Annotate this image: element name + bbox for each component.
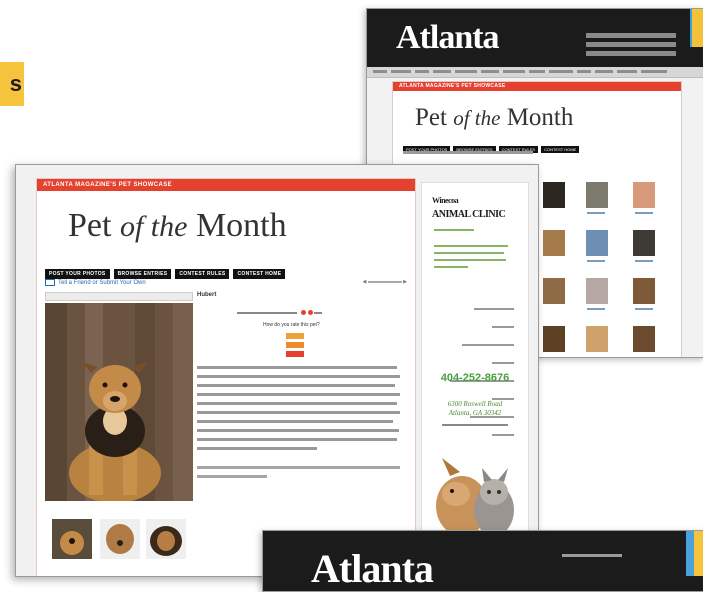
entry-caption[interactable] bbox=[587, 260, 605, 262]
pet-photo[interactable] bbox=[45, 303, 193, 501]
page-title: Pet of the Month bbox=[68, 207, 287, 244]
entry-thumbnail[interactable] bbox=[633, 230, 655, 256]
entries-grid bbox=[543, 182, 703, 357]
showcase-banner: ATLANTA MAGAZINE'S PET SHOWCASE bbox=[37, 179, 415, 191]
entry-thumbnail[interactable] bbox=[586, 230, 608, 256]
contest-home-button[interactable]: CONTEST HOME bbox=[541, 146, 580, 153]
entry-thumbnail[interactable] bbox=[633, 182, 655, 208]
entry-thumbnail[interactable] bbox=[586, 182, 608, 208]
showcase-buttons: POST YOUR PHOTOS BROWSE ENTRIES CONTEST RU… bbox=[45, 262, 289, 280]
entry-pager[interactable]: ◀ ▶ bbox=[363, 279, 408, 285]
entry-caption[interactable] bbox=[587, 308, 605, 310]
rating-question: How do you rate this pet? bbox=[263, 322, 320, 328]
entry-thumbnail[interactable] bbox=[543, 230, 565, 256]
photo-thumbnail[interactable] bbox=[146, 519, 186, 559]
entry-navigation-bar[interactable] bbox=[45, 292, 193, 301]
site-logo[interactable]: Atlanta bbox=[311, 545, 434, 591]
site-header: Atlanta bbox=[367, 9, 703, 67]
entry-thumbnail[interactable] bbox=[543, 326, 565, 352]
header-ad[interactable] bbox=[690, 9, 703, 47]
entry-caption[interactable] bbox=[635, 212, 653, 214]
ad-logo: Winecoa ANIMAL CLINIC bbox=[432, 196, 506, 220]
ad-website bbox=[442, 424, 508, 426]
header-ad-stripe bbox=[694, 531, 703, 576]
contest-home-button[interactable]: CONTEST HOME bbox=[233, 269, 286, 279]
rating-badge-icon bbox=[307, 310, 313, 316]
envelope-icon bbox=[45, 279, 55, 286]
entry-caption[interactable] bbox=[635, 308, 653, 310]
pet-description bbox=[197, 366, 400, 456]
post-photos-button[interactable]: POST YOUR PHOTOS bbox=[45, 269, 110, 279]
prev-arrow-icon[interactable]: ◀ bbox=[363, 279, 367, 285]
entry-caption[interactable] bbox=[587, 212, 605, 214]
entry-thumbnail[interactable] bbox=[586, 278, 608, 304]
vote-option-button[interactable] bbox=[286, 342, 304, 348]
sidebar-ad[interactable]: Winecoa ANIMAL CLINIC 404-252-8676 6300 … bbox=[421, 182, 529, 564]
site-logo[interactable]: Atlanta bbox=[396, 19, 500, 57]
pet-showcase-panel: ATLANTA MAGAZINE'S PET SHOWCASE Pet of t… bbox=[36, 178, 416, 576]
vote-option-button[interactable] bbox=[286, 351, 304, 357]
contest-rules-button[interactable]: CONTEST RULES bbox=[175, 269, 230, 279]
entry-caption[interactable] bbox=[635, 260, 653, 262]
page-title: Pet of the Month bbox=[415, 104, 574, 131]
entry-thumbnail[interactable] bbox=[543, 278, 565, 304]
site-header: Atlanta bbox=[263, 531, 703, 591]
bottom-browser-window: Atlanta bbox=[262, 530, 703, 592]
yellow-tag: s bbox=[0, 62, 24, 106]
vote-option-button[interactable] bbox=[286, 333, 304, 339]
front-browser-window: ATLANTA MAGAZINE'S PET SHOWCASE Pet of t… bbox=[15, 164, 539, 577]
main-navigation[interactable] bbox=[367, 67, 703, 78]
ad-address: 6300 Roswell Road Atlanta, GA 30342 bbox=[447, 400, 503, 417]
dog-image bbox=[45, 303, 193, 501]
rating-badge-icon bbox=[301, 310, 307, 316]
ad-tagline bbox=[434, 229, 514, 236]
ad-blurb bbox=[434, 245, 514, 273]
intro-text bbox=[403, 151, 533, 154]
photo-thumbnail[interactable] bbox=[100, 519, 140, 559]
entry-thumbnail[interactable] bbox=[543, 182, 565, 208]
tell-a-friend-link[interactable]: Tell a Friend or Submit Your Own bbox=[45, 279, 146, 286]
ad-phone: 404-252-8676 bbox=[440, 372, 510, 384]
showcase-banner: ATLANTA MAGAZINE'S PET SHOWCASE bbox=[393, 82, 681, 91]
entry-thumbnail[interactable] bbox=[633, 326, 655, 352]
header-links[interactable] bbox=[586, 33, 676, 60]
photo-thumbnail[interactable] bbox=[52, 519, 92, 559]
entry-thumbnail[interactable] bbox=[633, 278, 655, 304]
browse-entries-button[interactable]: BROWSE ENTRIES bbox=[113, 269, 172, 279]
rating-summary bbox=[237, 310, 323, 316]
submitted-by bbox=[197, 466, 400, 484]
entry-thumbnail[interactable] bbox=[586, 326, 608, 352]
next-arrow-icon[interactable]: ▶ bbox=[403, 279, 407, 285]
header-link[interactable] bbox=[562, 554, 622, 557]
pet-name: Hubert bbox=[197, 292, 217, 298]
